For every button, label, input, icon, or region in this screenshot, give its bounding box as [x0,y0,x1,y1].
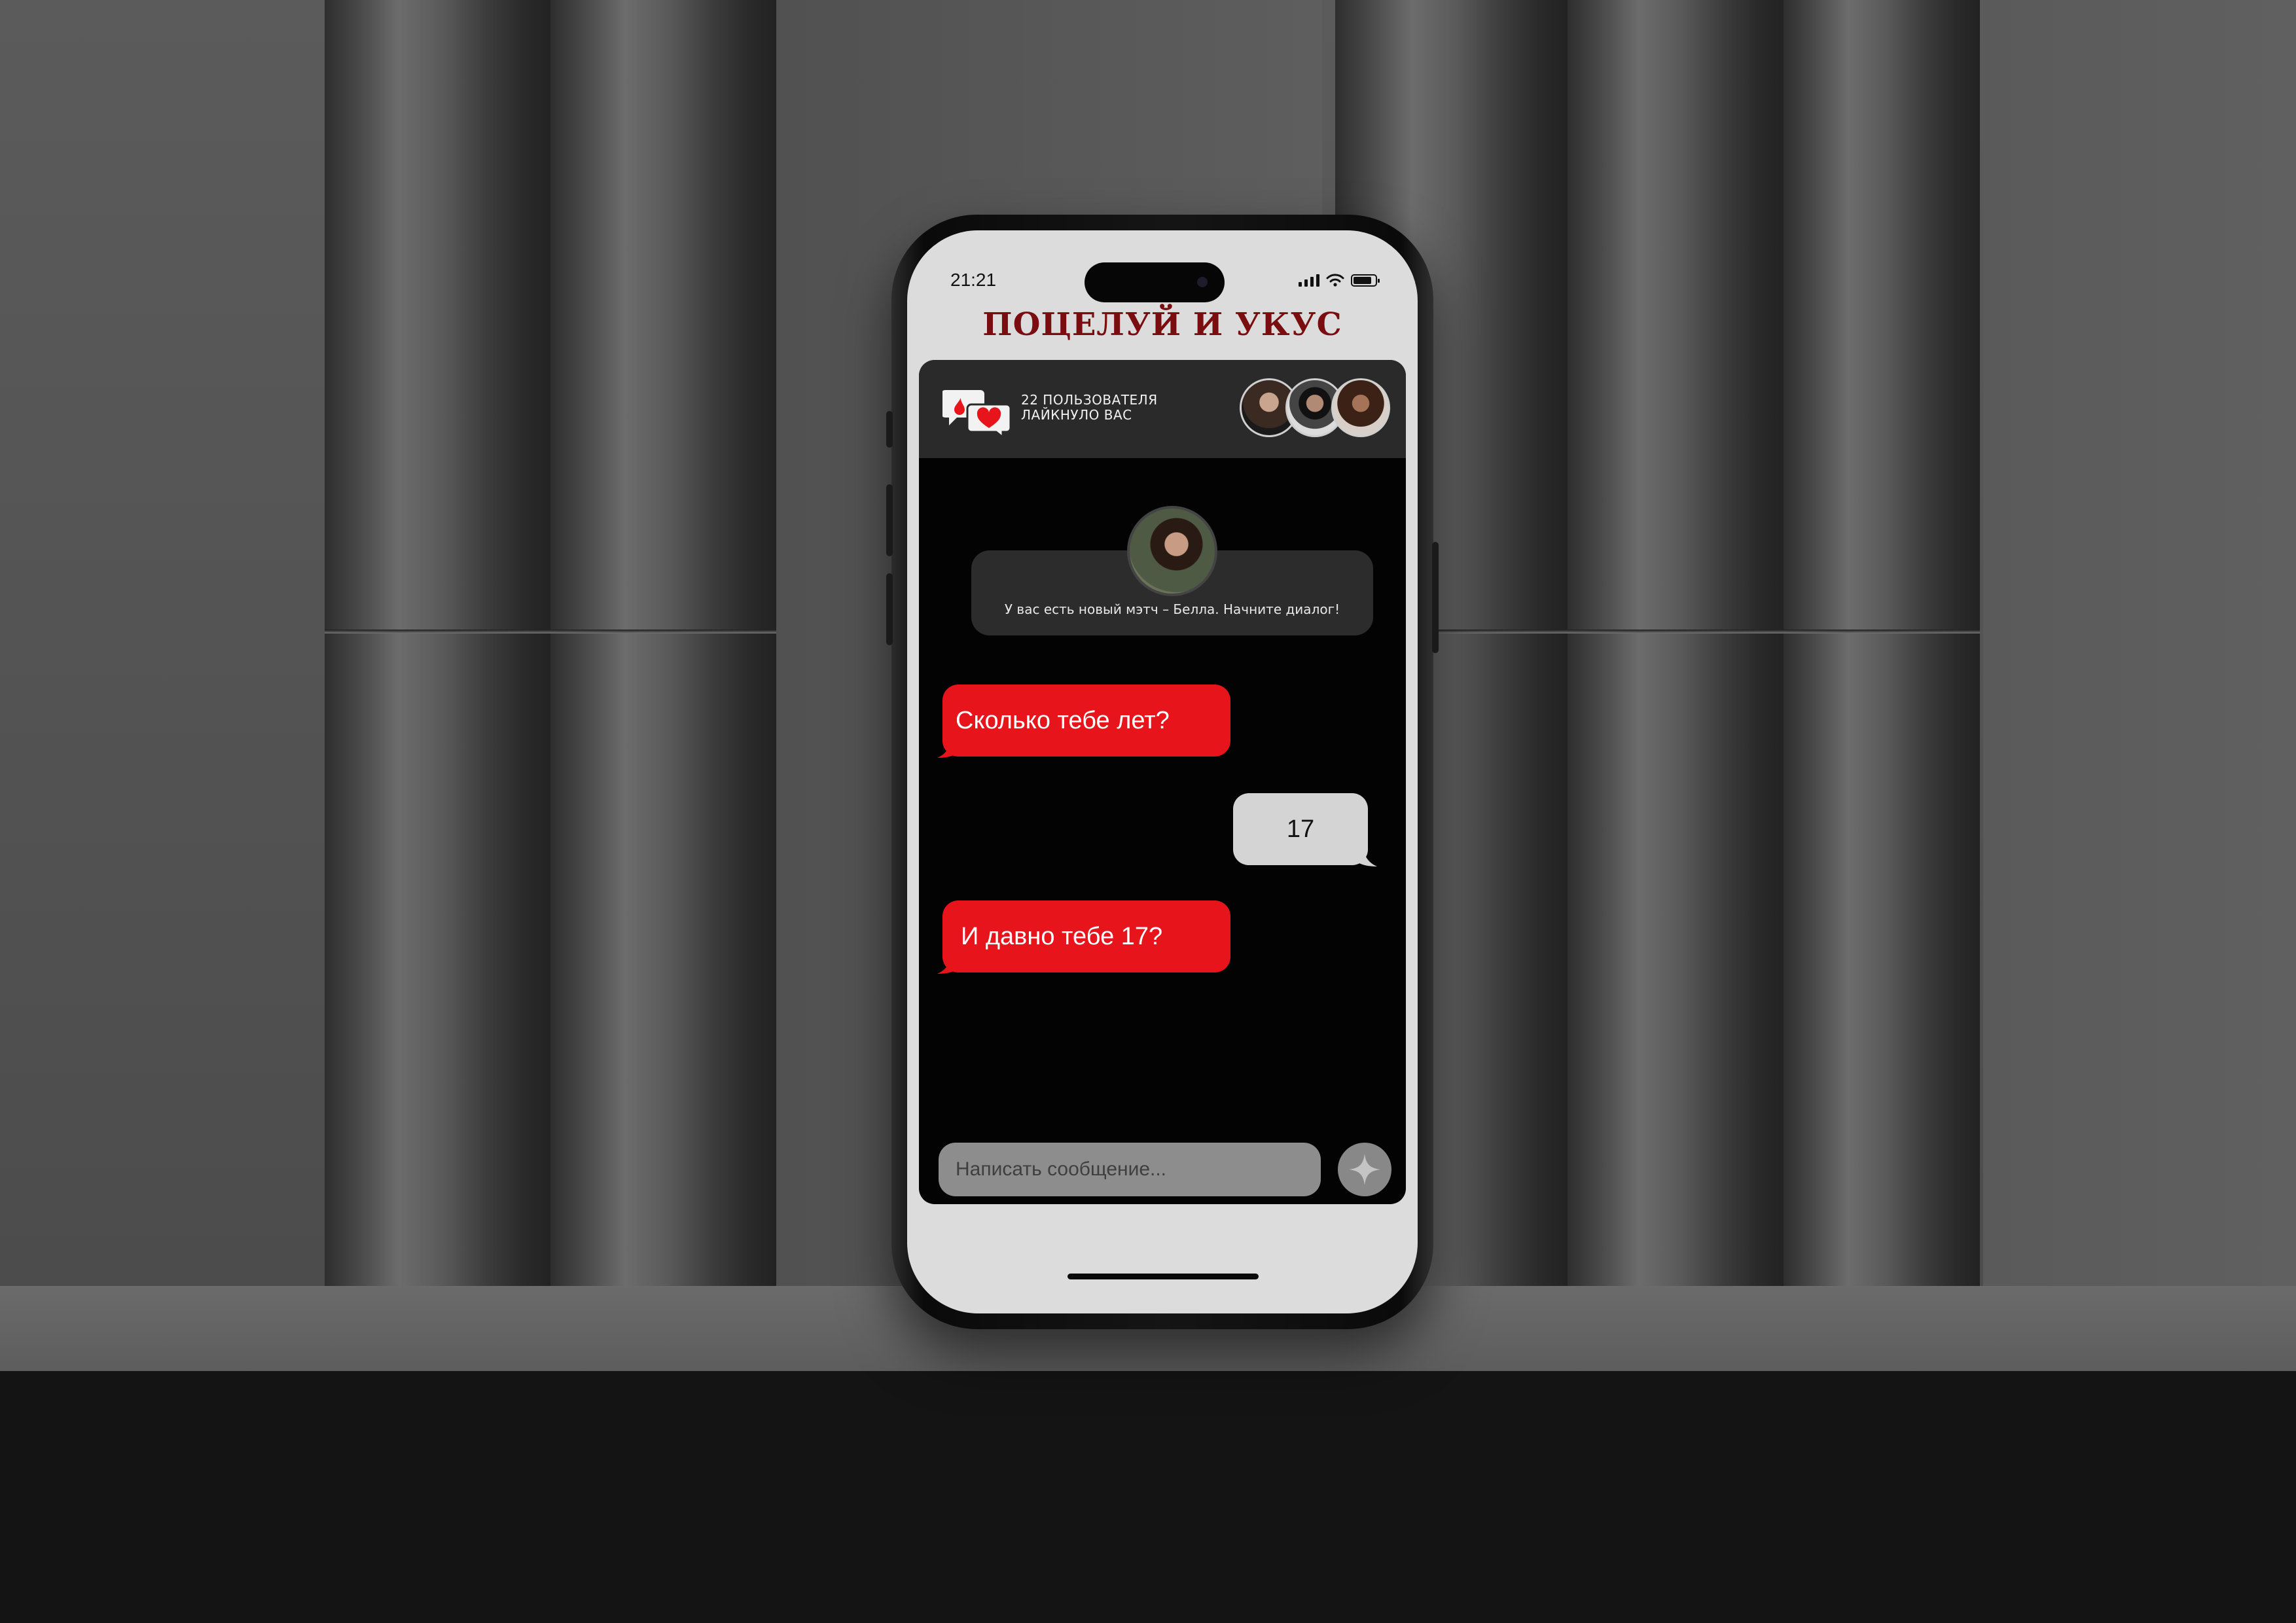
message-text: 17 [1286,815,1315,843]
status-icons [1299,274,1380,287]
likes-banner[interactable]: 22 пользователя лайкнуло вас [919,360,1406,458]
volume-down-button [886,573,893,645]
bubble-tail [937,950,963,974]
likes-text: 22 пользователя лайкнуло вас [1021,392,1158,423]
status-time: 21:21 [950,270,997,290]
message-input[interactable] [939,1143,1321,1196]
hearts-chat-icon [942,390,1011,437]
send-button[interactable] [1338,1143,1391,1196]
pillar-right-2 [1568,0,1784,1309]
bubble-tail [1351,843,1377,866]
volume-up-button [886,484,893,556]
pillar-left-1 [325,0,550,1309]
dynamic-island [1085,262,1225,302]
message-text: И давно тебе 17? [961,922,1163,950]
match-avatar[interactable] [1127,506,1217,596]
message-bubble-outgoing: 17 [1233,793,1377,866]
sparkle-send-icon [1349,1154,1380,1185]
wifi-icon [1326,274,1344,287]
match-notice-text: У вас есть новый мэтч – Белла. Начните д… [1004,601,1340,617]
phone-frame: 21:21 Поцелуй и укус 22 по [886,215,1439,1329]
bubble-tail [937,734,963,758]
pillar-right-3 [1784,0,1980,1309]
home-indicator[interactable] [1067,1274,1259,1279]
pillar-left-2 [550,0,776,1309]
message-text: Сколько тебе лет? [956,706,1170,734]
message-bubble-incoming: И давно тебе 17? [937,901,1230,974]
message-bubble-incoming: Сколько тебе лет? [937,685,1230,758]
chat-panel: 22 пользователя лайкнуло вас У вас есть … [919,360,1406,1204]
phone-screen: 21:21 Поцелуй и укус 22 по [907,230,1418,1313]
app-title: Поцелуй и укус [982,306,1342,343]
avatar [1331,378,1390,437]
battery-icon [1351,274,1380,287]
signal-icon [1299,274,1319,287]
message-input-wrapper [939,1143,1321,1196]
background-right-wall [1983,0,2296,1286]
liked-avatars[interactable] [1240,378,1397,440]
power-button [1432,542,1439,653]
action-button [886,411,893,448]
floor [0,1371,2296,1623]
